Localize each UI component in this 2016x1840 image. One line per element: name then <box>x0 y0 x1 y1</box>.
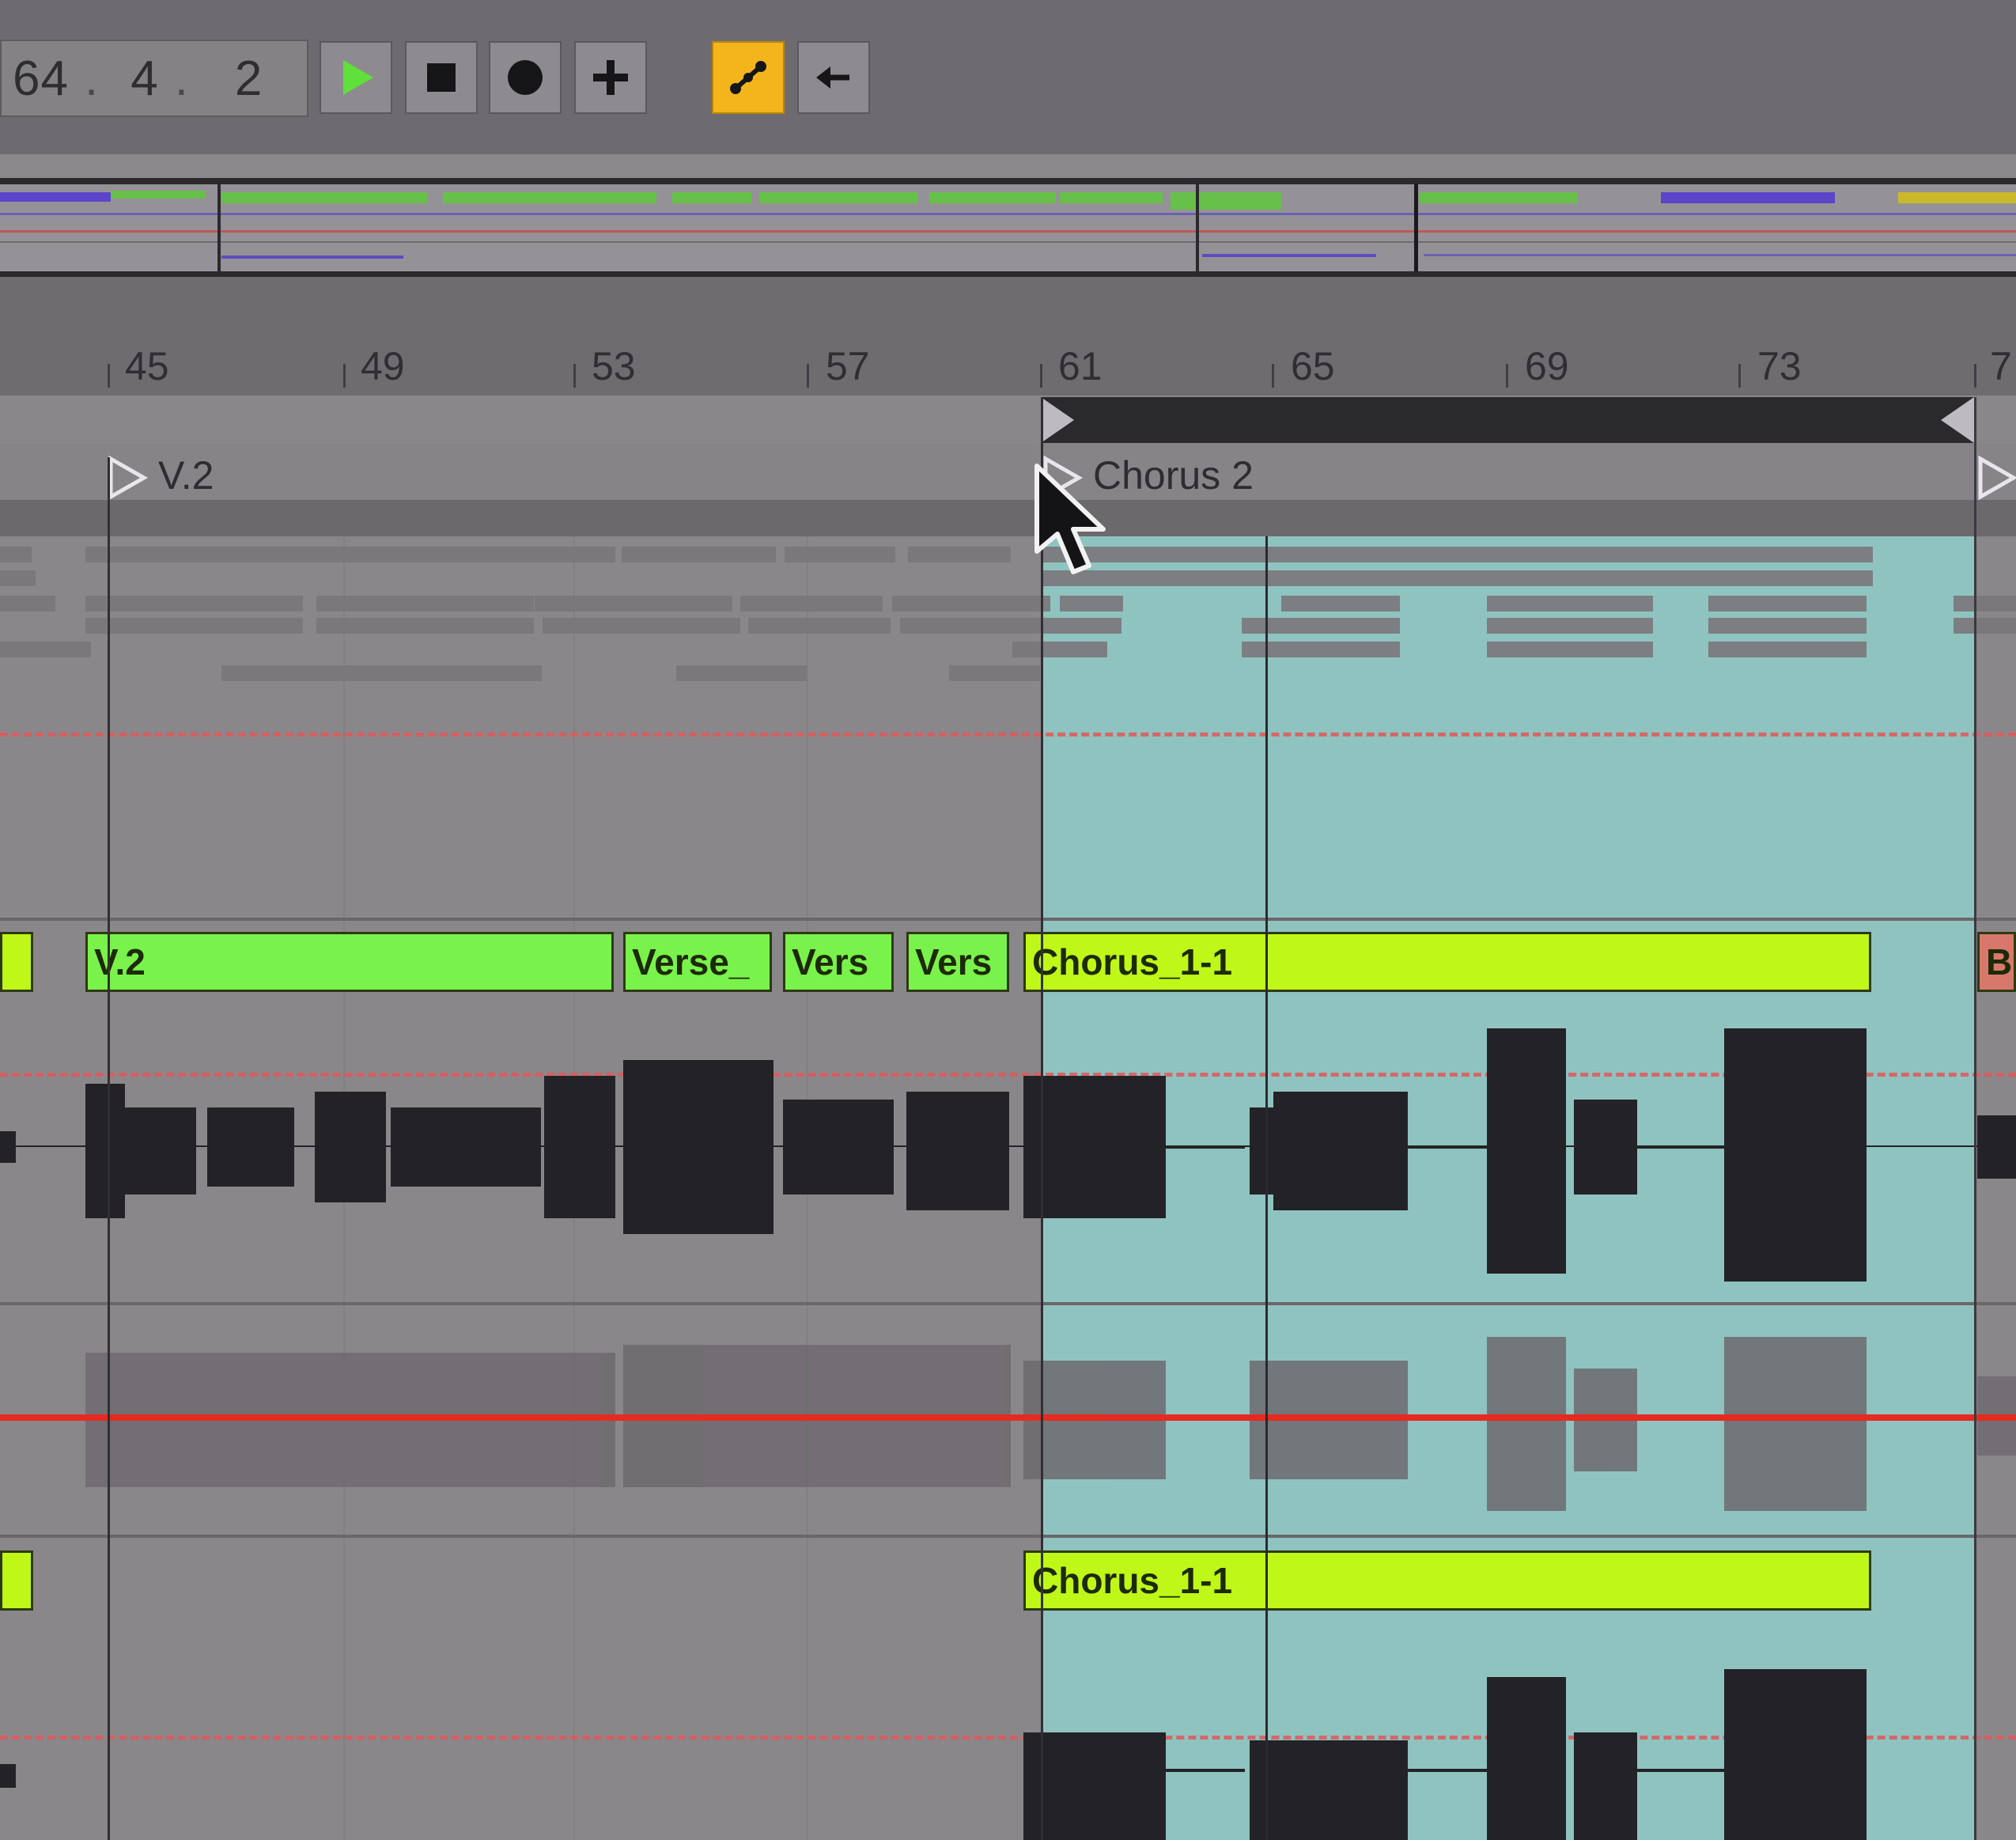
record-button[interactable] <box>489 41 562 114</box>
position-sixteenths: 2 <box>234 51 263 106</box>
midi-notes-lane <box>0 547 2016 681</box>
selection-start-line <box>1041 397 1043 1840</box>
track-separator <box>0 500 2016 536</box>
position-bars: 64 <box>13 51 69 106</box>
beat-time-ruler[interactable] <box>0 277 2016 396</box>
position-beats: 4 <box>130 51 159 106</box>
arrow-left-icon <box>816 66 849 89</box>
locator-marker-icon[interactable] <box>1977 456 2016 500</box>
ruler-bar-45: 45 <box>125 344 169 388</box>
clip-v2[interactable]: V.2 <box>85 932 614 992</box>
locator-line <box>108 457 110 1840</box>
automation-line[interactable] <box>0 733 2016 736</box>
ruler-tick <box>1974 364 1976 388</box>
song-position-display[interactable]: 64 . 4 . 2 <box>0 40 308 117</box>
ruler-tick <box>573 364 576 388</box>
clip-chorus-1-1[interactable]: Chorus_1-1 <box>1023 1550 1871 1611</box>
ruler-tick <box>1506 364 1508 388</box>
overview-thumbnails <box>0 184 2016 271</box>
loop-brace-handles <box>1041 397 1974 443</box>
ruler-bar-69: 69 <box>1525 344 1569 388</box>
ruler-bar-65: 65 <box>1291 344 1335 388</box>
overview-content <box>0 184 2016 271</box>
clip-b-partial[interactable]: B <box>1977 932 2016 992</box>
mouse-cursor-icon <box>1034 464 1106 574</box>
position-separator: . <box>84 51 100 106</box>
stop-button[interactable] <box>405 41 478 114</box>
position-separator: . <box>174 51 189 106</box>
locator-marker-icon[interactable] <box>108 456 149 500</box>
ruler-tick <box>1040 364 1042 388</box>
ruler-bar-53: 53 <box>592 344 636 388</box>
ruler-bar-73: 73 <box>1757 344 1802 388</box>
audio-waveform <box>0 1028 2016 1282</box>
ruler-bar-49: 49 <box>361 344 405 388</box>
arrangement-overview[interactable] <box>0 178 2016 277</box>
selection-end-line <box>1974 397 1976 1840</box>
back-to-arrangement-button[interactable] <box>797 41 870 114</box>
automation-icon <box>730 61 766 94</box>
clip-verse-1[interactable]: Verse_ <box>623 932 772 992</box>
loop-brace[interactable] <box>1041 397 1974 443</box>
ruler-tick <box>807 364 809 388</box>
play-button[interactable] <box>320 41 392 114</box>
ruler-bar-57: 57 <box>826 344 870 388</box>
record-icon <box>508 60 543 95</box>
clip-partial[interactable] <box>0 932 33 992</box>
stop-icon <box>427 63 456 92</box>
add-button[interactable] <box>574 41 647 114</box>
ruler-bar-61: 61 <box>1058 344 1103 388</box>
ruler-tick <box>108 364 110 388</box>
clip-verse-3[interactable]: Vers <box>906 932 1009 992</box>
locator-lane[interactable] <box>0 443 2016 500</box>
ruler-tick <box>1738 364 1741 388</box>
volume-automation-line[interactable] <box>0 1414 2016 1421</box>
track-divider <box>0 918 2016 921</box>
ruler-tick <box>343 364 346 388</box>
track-divider <box>0 1302 2016 1305</box>
ghost-waveform <box>85 1337 2016 1511</box>
clip-verse-2[interactable]: Vers <box>783 932 894 992</box>
audio-waveform <box>0 1669 1867 1840</box>
plus-icon <box>593 60 628 95</box>
track-divider <box>0 1535 2016 1538</box>
clip-partial[interactable] <box>0 1550 33 1611</box>
ruler-bar-77: 7 <box>1990 344 2012 388</box>
clip-chorus-1-1[interactable]: Chorus_1-1 <box>1023 932 1871 992</box>
automation-arm-button[interactable] <box>712 41 785 114</box>
playhead[interactable] <box>1265 536 1268 1840</box>
ruler-tick <box>1272 364 1274 388</box>
locator-v2[interactable]: V.2 <box>158 452 214 498</box>
play-icon <box>343 60 373 95</box>
